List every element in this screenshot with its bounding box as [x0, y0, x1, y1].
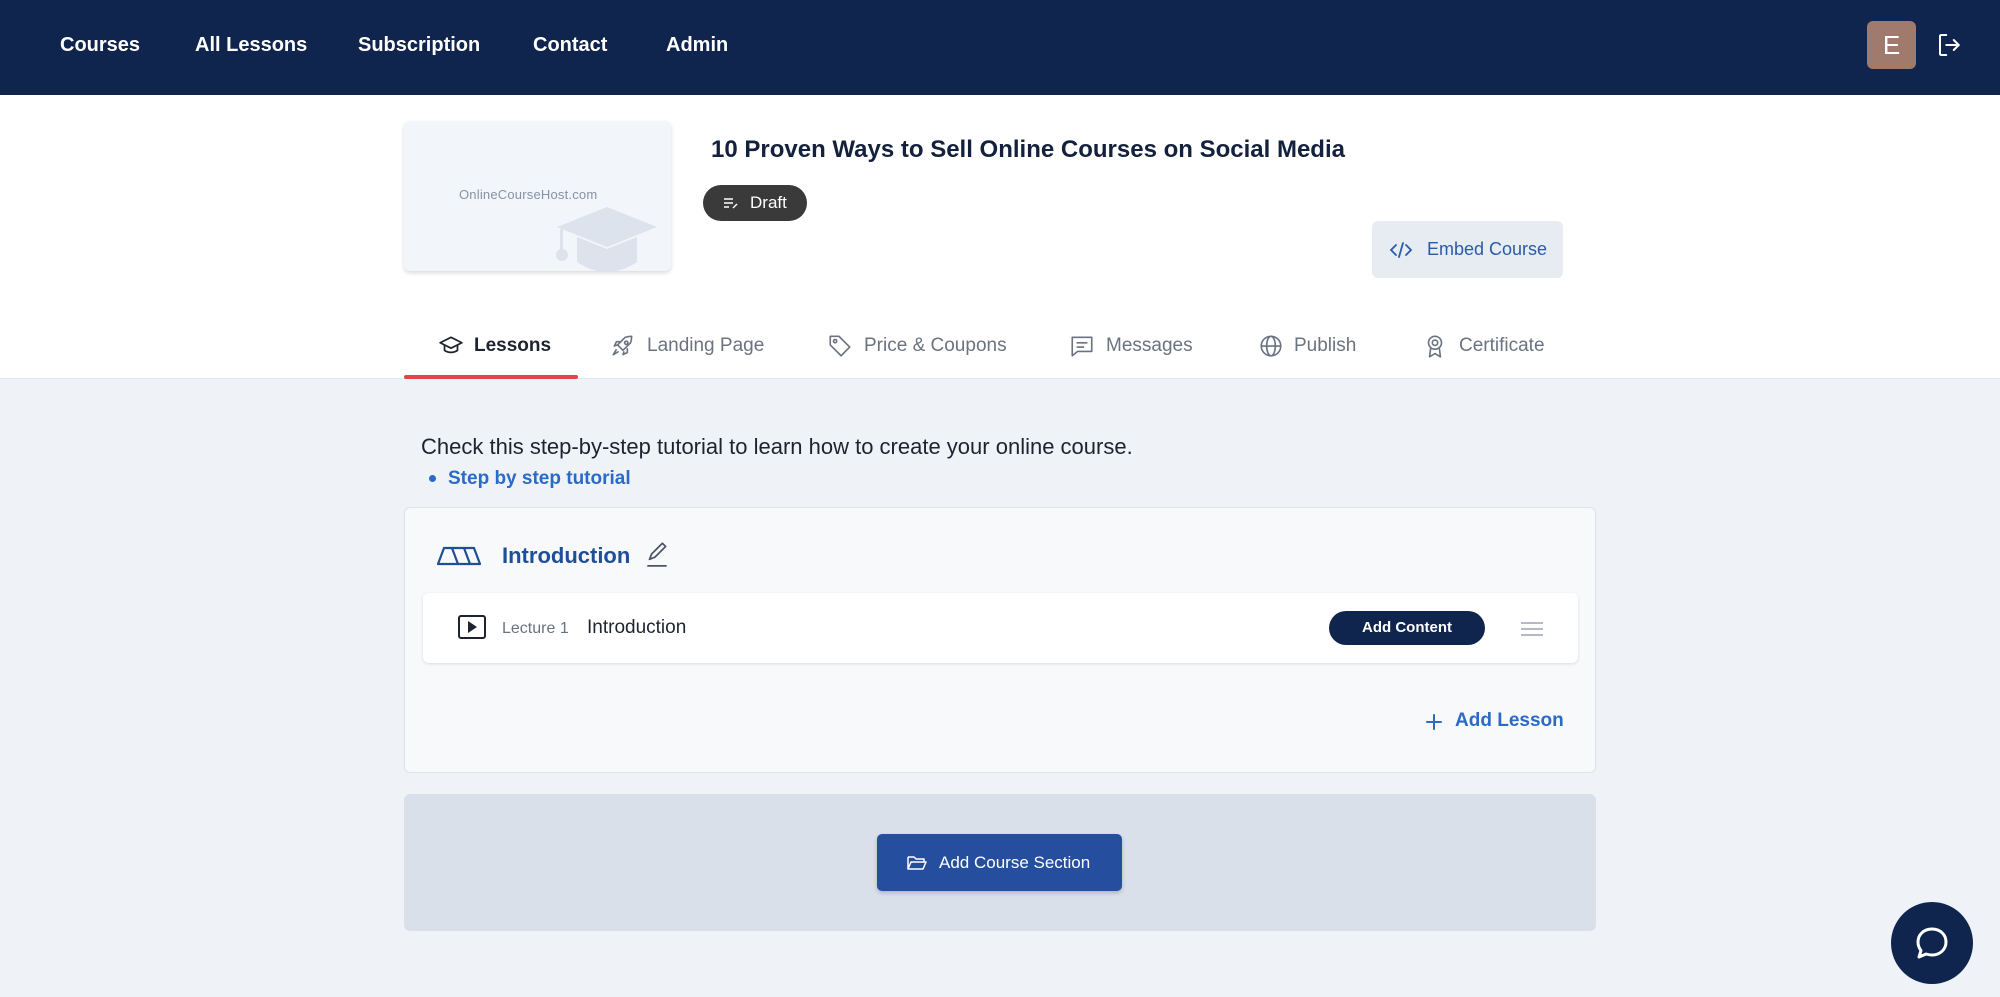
add-course-section-label: Add Course Section	[939, 853, 1091, 872]
nav-all-lessons[interactable]: All Lessons	[195, 34, 307, 57]
status-label: Draft	[750, 193, 787, 212]
tab-label: Landing Page	[647, 335, 765, 356]
nav-subscription[interactable]: Subscription	[358, 34, 480, 57]
message-icon	[1071, 336, 1093, 357]
tab-label: Messages	[1106, 335, 1193, 356]
lecture-number: Lecture 1	[502, 620, 569, 637]
add-course-section-button[interactable]: Add Course Section	[877, 834, 1122, 891]
tutorial-link[interactable]: Step by step tutorial	[448, 468, 631, 490]
chat-icon	[1916, 927, 1948, 959]
video-icon	[458, 615, 486, 639]
code-icon	[1389, 242, 1413, 258]
top-navigation: Courses All Lessons Subscription Contact…	[0, 0, 2000, 95]
add-content-button[interactable]: Add Content	[1329, 611, 1485, 645]
tag-icon	[829, 335, 851, 357]
tutorial-text: Check this step-by-step tutorial to lear…	[421, 434, 1133, 459]
folder-open-icon	[907, 856, 927, 870]
drag-handle-icon[interactable]	[1520, 620, 1544, 638]
tab-label: Certificate	[1459, 335, 1545, 356]
edit-icon[interactable]	[644, 540, 670, 568]
add-lesson-button[interactable]: Add Lesson	[1425, 710, 1564, 732]
course-title: 10 Proven Ways to Sell Online Courses on…	[711, 136, 1345, 163]
plus-icon	[1426, 714, 1442, 730]
award-icon	[1427, 335, 1443, 358]
tab-label: Lessons	[474, 335, 552, 356]
embed-course-label: Embed Course	[1427, 239, 1548, 259]
globe-icon	[1260, 335, 1282, 357]
status-badge[interactable]: Draft	[703, 185, 807, 221]
logout-icon[interactable]	[1935, 30, 1965, 60]
book-open-icon	[436, 546, 482, 566]
bullet	[429, 475, 436, 482]
course-thumbnail[interactable]: OnlineCourseHost.com	[404, 121, 671, 271]
embed-course-button[interactable]: Embed Course	[1372, 221, 1563, 278]
avatar[interactable]: E	[1867, 21, 1916, 69]
nav-admin[interactable]: Admin	[666, 34, 728, 57]
rocket-icon	[612, 335, 633, 356]
graduation-cap-icon	[439, 336, 463, 354]
nav-contact[interactable]: Contact	[533, 34, 607, 57]
tab-label: Publish	[1294, 335, 1357, 356]
tab-label: Price & Coupons	[864, 335, 1007, 356]
active-tab-indicator	[404, 375, 578, 379]
lecture-title[interactable]: Introduction	[587, 617, 686, 639]
draft-icon	[724, 198, 738, 209]
nav-courses[interactable]: Courses	[60, 34, 140, 57]
graduation-cap-watermark-icon	[556, 207, 657, 271]
section-title[interactable]: Introduction	[502, 543, 630, 569]
add-lesson-label: Add Lesson	[1455, 710, 1564, 731]
chat-widget-button[interactable]	[1891, 902, 1973, 984]
